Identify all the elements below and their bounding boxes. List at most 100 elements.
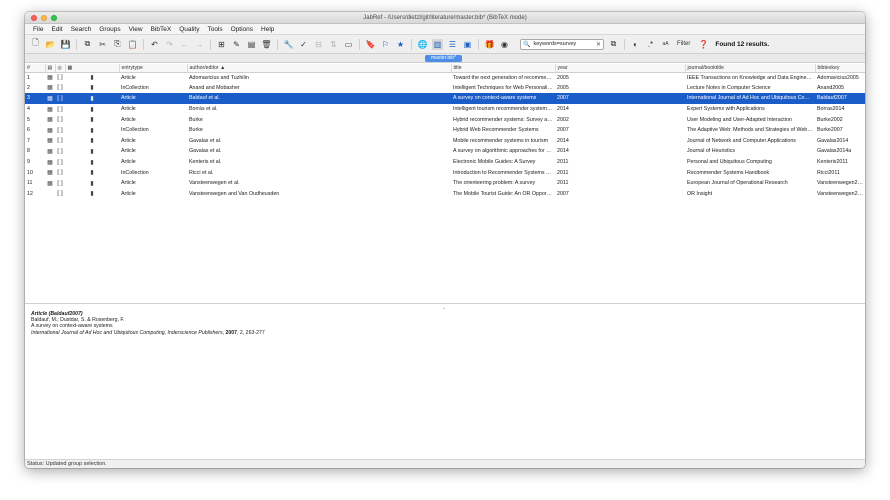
menu-edit[interactable]: Edit	[47, 26, 66, 33]
cell-bibtexkey: Vansteenwegen2011	[817, 180, 865, 187]
save-icon[interactable]: 💾	[60, 39, 71, 50]
cell-entrytype: Article	[121, 148, 136, 155]
cell-title: Electronic Mobile Guides: A Survey	[453, 159, 536, 166]
cell-bibtexkey: Adomavicius2005	[817, 74, 859, 81]
table-row[interactable]: 9 ▦ ⟦⟧ ▮ Article Kenteris et al. Electronic Mo…	[25, 157, 865, 168]
cell-year: 2002	[557, 116, 569, 123]
header-url-icon[interactable]: ◎	[55, 64, 66, 73]
global-search-icon[interactable]: ◐	[630, 39, 641, 50]
display-icon[interactable]: ▣	[462, 39, 473, 50]
header-col-bibtexkey[interactable]: bibtexkey	[815, 64, 865, 73]
github-icon[interactable]: ◉	[499, 39, 510, 50]
menu-groups[interactable]: Groups	[95, 26, 124, 33]
table-row[interactable]: 10 ▦ ⟦⟧ ▮ InCollection Ricci et al. Introducti…	[25, 167, 865, 178]
table-row[interactable]: 1 ▦ ⟦⟧ ▮ Article Adomavicius and Tuzhilin Towa…	[25, 72, 865, 83]
comment-icon[interactable]: ▤	[246, 39, 257, 50]
new-entry-icon[interactable]: ⊞	[216, 39, 227, 50]
pull-icon[interactable]: ⇅	[328, 39, 339, 50]
menu-bibtex[interactable]: BibTeX	[147, 26, 176, 33]
table-row[interactable]: 5 ▦ ⟦⟧ ▮ Article Burke Hybrid recommender syst…	[25, 114, 865, 125]
minimize-window-button[interactable]	[41, 15, 47, 21]
header-col-title[interactable]: title	[451, 64, 556, 73]
cell-title: Intelligent tourism recommender systems:…	[453, 106, 555, 113]
table-row[interactable]: 6 ▦ ⟦⟧ ▮ InCollection Burke Hybrid Web Recomme…	[25, 125, 865, 136]
case-sensitive-icon[interactable]: aA	[660, 39, 671, 50]
header-col-journal[interactable]: journal/booktitle	[685, 64, 816, 73]
link-icon: ⟦⟧	[57, 170, 63, 177]
regex-icon[interactable]: .*	[645, 39, 656, 50]
terminal-icon[interactable]: ▭	[343, 39, 354, 50]
help-icon[interactable]: ❓	[698, 39, 709, 50]
table-row[interactable]: 11 ▦ ⟦⟧ ▮ Article Vansteenwegen et al. The ori…	[25, 178, 865, 189]
cell-entrytype: Article	[121, 190, 136, 197]
copy-icon[interactable]: ⎘	[112, 39, 123, 50]
cell-journal: Lecture Notes in Computer Science	[687, 84, 771, 91]
menu-tools[interactable]: Tools	[203, 26, 226, 33]
gift-icon[interactable]: 🎁	[484, 39, 495, 50]
maximize-window-button[interactable]	[51, 15, 57, 21]
delete-icon[interactable]: 🗑	[261, 39, 272, 50]
file-icon: ▦	[45, 93, 56, 104]
cleanup-icon[interactable]: ✓	[298, 39, 309, 50]
wrench-icon[interactable]: 🔧	[283, 39, 294, 50]
file-icon: ▦	[47, 75, 53, 82]
toolbar-separator	[277, 38, 278, 50]
edit-entry-icon[interactable]: ✎	[231, 39, 242, 50]
menu-options[interactable]: Options	[227, 26, 257, 33]
table-row[interactable]: 12 ⟦⟧ ▮ Article Vansteenwegen and Van Oudheu…	[25, 189, 865, 200]
cell-journal: International Journal of Ad Hoc and Ubiq…	[685, 93, 816, 104]
header-col-index[interactable]: #	[25, 64, 46, 73]
header-col-year[interactable]: year	[555, 64, 686, 73]
cell-spacer	[37, 167, 45, 178]
tab-master-bib[interactable]: master.bib*	[425, 55, 463, 62]
redo-icon[interactable]: ↷	[164, 39, 175, 50]
file-icon: ▦	[47, 148, 53, 155]
back-icon[interactable]: ←	[179, 39, 190, 50]
app-window: JabRef - /Users/dietzl/git/literature/ma…	[25, 12, 865, 468]
close-window-button[interactable]	[31, 15, 37, 21]
merge-icon[interactable]: ⊟	[313, 39, 324, 50]
cut-icon[interactable]: ✂	[97, 39, 108, 50]
groups-icon[interactable]: ▥	[432, 38, 443, 50]
clear-search-icon[interactable]: ✕	[596, 41, 601, 48]
globe-icon[interactable]: 🌐	[417, 39, 428, 50]
menu-quality[interactable]: Quality	[175, 26, 203, 33]
table-row[interactable]: 8 ▦ ⟦⟧ ▮ Article Gavalas et al. A survey on al…	[25, 146, 865, 157]
pdf-icon: ▮	[90, 191, 94, 198]
table-row[interactable]: 7 ▦ ⟦⟧ ▮ Article Gavalas et al. Mobile recomme…	[25, 136, 865, 147]
cell-year: 2011	[557, 180, 569, 187]
cell-spacer	[37, 83, 45, 94]
save-all-icon[interactable]: ⧉	[82, 39, 93, 50]
header-col-entrytype[interactable]: entrytype	[119, 64, 188, 73]
open-library-icon[interactable]: 📂	[45, 39, 56, 50]
table-row[interactable]: 4 ▦ ⟦⟧ ▮ Article Borràs et al. Intelligent tou…	[25, 104, 865, 115]
search-input[interactable]: keywords=survey	[530, 41, 595, 47]
forward-icon[interactable]: →	[194, 39, 205, 50]
table-row[interactable]: 3 ▦ ⟦⟧ ▮ Article Baldauf et al. A survey on co…	[25, 93, 865, 104]
link-icon: ⟦⟧	[57, 191, 63, 198]
cell-year: 2014	[557, 106, 569, 113]
list-icon[interactable]: ☰	[447, 39, 458, 50]
table-row[interactable]: 2 ▦ ⟦⟧ ▮ InCollection Anand and Mobasher Intel…	[25, 83, 865, 94]
header-file-icon[interactable]: ▤	[45, 64, 56, 73]
undo-icon[interactable]: ↶	[149, 39, 160, 50]
file-icon: ▦	[47, 127, 53, 134]
menu-view[interactable]: View	[125, 26, 147, 33]
menu-search[interactable]: Search	[67, 26, 96, 33]
new-library-icon[interactable]: 🗋	[30, 38, 41, 50]
paste-icon[interactable]: 📋	[127, 39, 138, 50]
star-icon[interactable]: ★	[395, 39, 406, 50]
menu-file[interactable]: File	[29, 26, 47, 33]
menu-help[interactable]: Help	[257, 26, 278, 33]
filter-toggle[interactable]: Filter	[677, 41, 690, 47]
header-col-author[interactable]: author/editor ▲	[187, 64, 452, 73]
cell-spacer	[37, 72, 45, 83]
bookmark-icon[interactable]: 🔖	[365, 39, 376, 50]
open-external-icon[interactable]: ⧉	[608, 39, 619, 50]
bookmark-outline-icon[interactable]: ⚐	[380, 39, 391, 50]
header-pdf-icon[interactable]: ▦	[65, 64, 120, 73]
search-field[interactable]: 🔍 keywords=survey ✕	[520, 38, 604, 50]
pdf-icon: ▮	[90, 75, 94, 82]
cell-author: Vansteenwegen et al.	[189, 180, 240, 187]
cell-bibtexkey: Vansteenwegen2007	[817, 190, 865, 197]
